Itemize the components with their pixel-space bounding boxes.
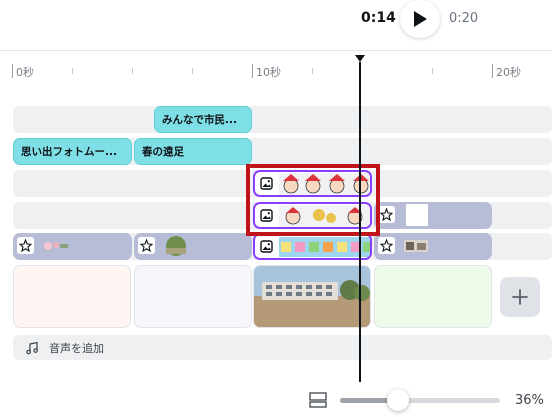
element-clip[interactable] [374, 202, 492, 229]
ruler-tick [132, 68, 133, 74]
image-clip-selected[interactable] [253, 233, 372, 260]
element-clip[interactable] [374, 233, 492, 260]
zoom-percent: 36% [515, 393, 544, 408]
add-audio-label: 音声を追加 [49, 341, 104, 355]
music-note-icon [26, 341, 38, 354]
header-divider [0, 50, 552, 51]
time-ruler[interactable]: 0秒 10秒 20秒 [0, 58, 552, 84]
text-clip-label: 春の遠足 [142, 146, 184, 158]
current-time: 0:14 [361, 10, 396, 26]
play-button[interactable] [400, 0, 440, 38]
text-track-1 [13, 106, 552, 133]
shapes-icon [378, 206, 395, 223]
ruler-label-20: 20秒 [496, 66, 521, 79]
zoom-slider-knob[interactable] [386, 389, 409, 411]
ruler-tick [312, 68, 313, 74]
ruler-tick [492, 64, 493, 78]
text-clip[interactable]: 春の遠足 [134, 138, 252, 165]
add-page-button[interactable] [500, 277, 540, 317]
zoom-slider[interactable] [340, 398, 500, 403]
shapes-icon [138, 237, 155, 254]
ruler-tick [252, 64, 253, 78]
page-thumbnail-4[interactable] [374, 265, 492, 328]
timeline-editor: 0:14 0:20 0秒 10秒 20秒 みんなで市民... 思い出フォトムー.… [0, 0, 552, 417]
element-clip[interactable] [13, 233, 132, 260]
ruler-tick [12, 64, 13, 78]
grid-view-icon[interactable] [309, 391, 327, 409]
ruler-label-10: 10秒 [256, 66, 281, 79]
image-icon [258, 238, 275, 255]
page-thumbnail-2[interactable] [134, 265, 252, 328]
text-clip-label: みんなで市民... [162, 114, 237, 126]
text-clip[interactable]: みんなで市民... [154, 106, 252, 133]
school-photo-thumbnail [254, 266, 370, 327]
shapes-icon [17, 237, 34, 254]
page-thumbnail-3[interactable] [253, 265, 371, 328]
banner-image-thumbnail [279, 237, 370, 257]
white-element-thumbnail [406, 204, 428, 226]
shapes-icon [378, 237, 395, 254]
flower-element-thumbnail [44, 242, 68, 250]
playhead[interactable] [359, 62, 361, 382]
photo-element-thumbnail [404, 240, 428, 252]
element-clip[interactable] [134, 233, 252, 260]
text-clip-label: 思い出フォトムー... [21, 146, 117, 158]
total-time: 0:20 [449, 11, 479, 26]
nature-photo-thumbnail [166, 236, 186, 256]
add-audio-button[interactable]: 音声を追加 [13, 335, 552, 360]
ruler-tick [432, 68, 433, 74]
page-thumbnail-1[interactable] [13, 265, 131, 328]
plus-icon [512, 289, 528, 305]
ruler-tick [72, 68, 73, 74]
ruler-label-0: 0秒 [16, 66, 34, 79]
play-icon [414, 11, 427, 27]
ruler-tick [192, 68, 193, 74]
text-clip[interactable]: 思い出フォトムー... [13, 138, 132, 165]
